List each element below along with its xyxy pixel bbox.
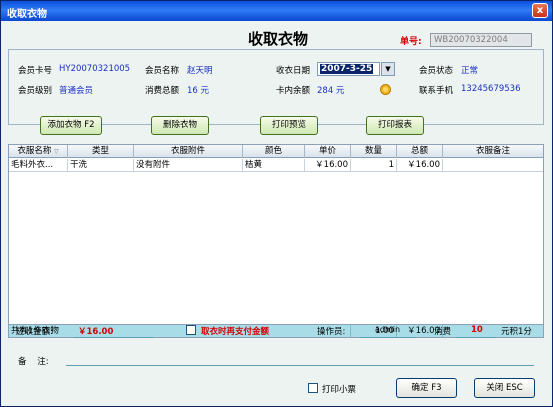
print-preview-button[interactable]: 打印预览 — [260, 116, 318, 135]
operator-underline — [360, 337, 416, 338]
name-label: 会员名称 — [145, 66, 180, 76]
operator-label: 操作员: — [317, 327, 346, 337]
cell-name: 毛料外衣... — [9, 159, 68, 172]
pay-on-pickup-label: 取衣时再支付金额 — [201, 327, 270, 337]
coin-icon[interactable] — [380, 84, 391, 95]
name-value: 赵天明 — [187, 66, 213, 76]
cell-type: 干洗 — [68, 159, 134, 172]
consume-underline — [456, 337, 496, 338]
col-header-total[interactable]: 总额 — [397, 145, 443, 158]
remark-label: 备 注: — [18, 357, 49, 367]
col-header-name[interactable]: 衣服名称 ▽ — [9, 145, 68, 158]
status-label: 会员状态 — [419, 66, 454, 76]
col-header-accessory[interactable]: 衣服附件 — [134, 145, 243, 158]
pay-on-pickup-checkbox[interactable] — [186, 325, 196, 335]
date-value: 2007-3-25 — [320, 64, 374, 74]
col-header-type[interactable]: 类型 — [68, 145, 134, 158]
card-label: 会员卡号 — [18, 66, 53, 76]
cell-qty: 1 — [351, 159, 397, 172]
cell-color: 桔黄 — [243, 159, 305, 172]
receivable-value: ￥16.00 — [78, 327, 114, 337]
col-header-price[interactable]: 单价 — [305, 145, 351, 158]
order-label: 单号: — [400, 37, 422, 47]
dialog-window: 收取衣物 x 收取衣物 单号: WB20070322004 会员卡号 HY200… — [0, 0, 553, 407]
print-ticket-label: 打印小票 — [322, 385, 357, 395]
col-header-remark[interactable]: 衣服备注 — [443, 145, 543, 158]
consume-value[interactable]: 10 — [471, 325, 483, 335]
receivable-underline — [74, 337, 154, 338]
col-header-qty[interactable]: 数量 — [351, 145, 397, 158]
spend-label: 消费总额 — [145, 86, 180, 96]
level-value: 普通会员 — [59, 86, 94, 96]
balance-value: 284 元 — [317, 86, 345, 96]
remark-field[interactable] — [66, 365, 534, 366]
spend-value: 16 元 — [187, 86, 210, 96]
add-clothes-button[interactable]: 添加衣物 F2 — [40, 116, 102, 135]
consume-label: 消费 — [434, 327, 452, 337]
footer-summary: 共有1件衣物 — [9, 325, 351, 337]
close-icon[interactable]: x — [532, 3, 548, 18]
grid-header: 衣服名称 ▽ 类型 衣服附件 颜色 单价 数量 总额 衣服备注 — [9, 145, 543, 158]
dialog-body: 收取衣物 单号: WB20070322004 会员卡号 HY2007032100… — [4, 22, 549, 404]
title-bar[interactable]: 收取衣物 x — [1, 1, 552, 21]
form-title: 收取衣物 — [248, 30, 309, 48]
close-button[interactable]: 关闭 ESC — [474, 378, 535, 398]
delete-clothes-button[interactable]: 删除衣物 — [151, 116, 209, 135]
cell-accessory: 没有附件 — [134, 159, 243, 172]
operator-value: admin — [375, 325, 401, 334]
table-row[interactable]: 毛料外衣... 干洗 没有附件 桔黄 ￥16.00 1 ￥16.00 — [9, 159, 543, 172]
print-report-button[interactable]: 打印报表 — [366, 116, 424, 135]
cell-remark — [443, 159, 543, 172]
cell-total: ￥16.00 — [397, 159, 443, 172]
level-label: 会员级别 — [18, 86, 53, 96]
order-number-field[interactable]: WB20070322004 — [430, 33, 532, 47]
clothes-grid[interactable]: 衣服名称 ▽ 类型 衣服附件 颜色 单价 数量 总额 衣服备注 毛料外衣... … — [8, 144, 544, 338]
status-value: 正常 — [461, 66, 479, 76]
receivable-label: 应收金额: — [16, 327, 53, 337]
balance-label: 卡内余额 — [276, 86, 311, 96]
date-picker-field[interactable]: 2007-3-25 — [317, 62, 380, 76]
window-title: 收取衣物 — [7, 9, 47, 20]
points-label: 元积1分 — [501, 327, 532, 337]
date-label: 收衣日期 — [276, 66, 311, 76]
col-header-color[interactable]: 颜色 — [243, 145, 305, 158]
ok-button[interactable]: 确定 F3 — [396, 378, 457, 398]
phone-value: 13245679536 — [461, 84, 521, 94]
phone-label: 联系手机 — [419, 86, 454, 96]
cell-price: ￥16.00 — [305, 159, 351, 172]
card-value: HY20070321005 — [59, 64, 131, 74]
print-ticket-checkbox[interactable] — [308, 383, 318, 393]
chevron-down-icon[interactable]: ▼ — [381, 62, 395, 76]
